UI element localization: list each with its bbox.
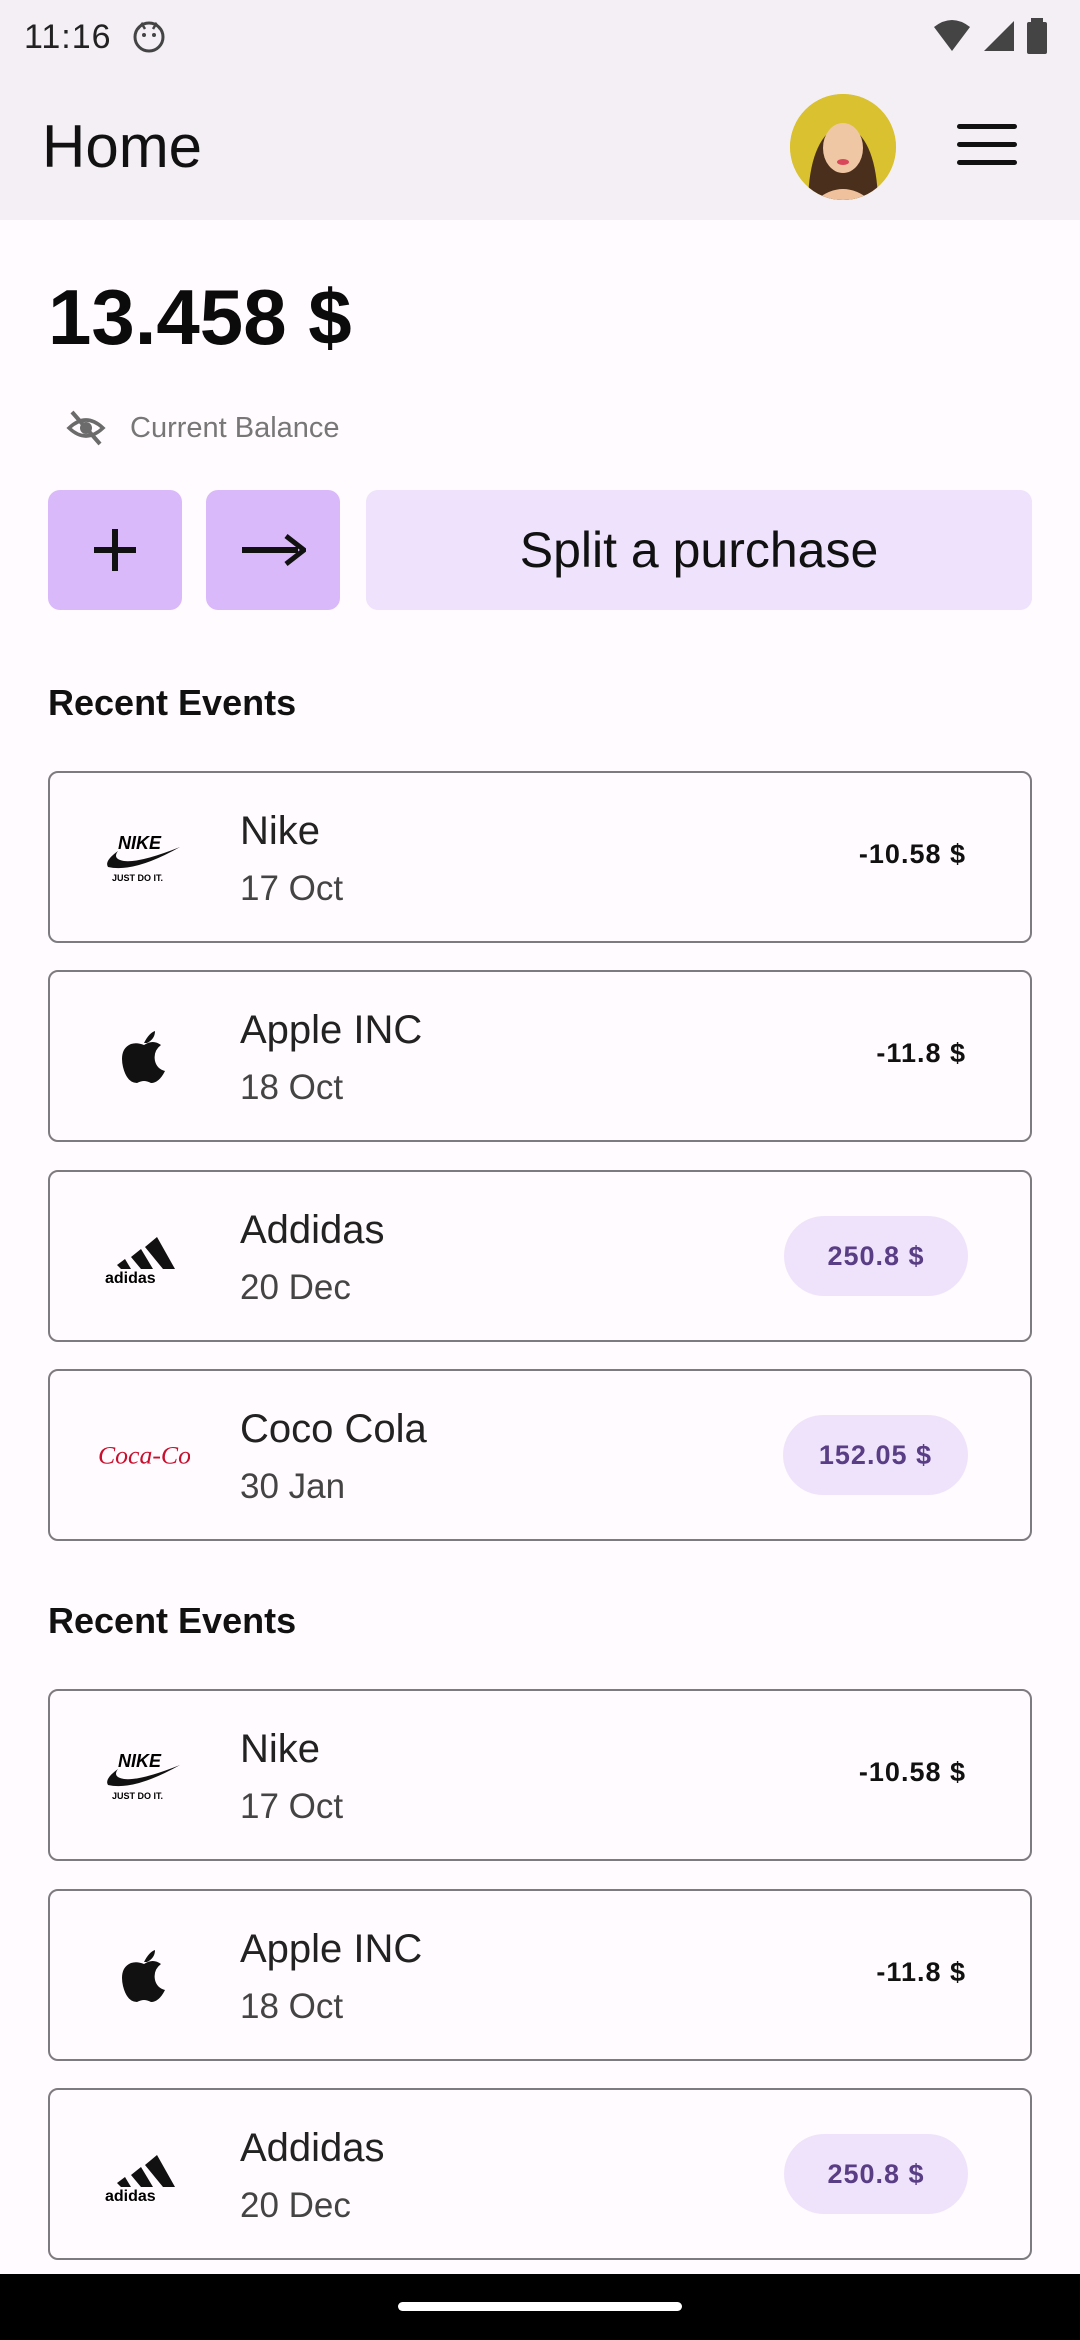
balance-visibility-row: Current Balance <box>66 408 340 448</box>
adidas-logo-icon: adidas <box>98 1220 190 1292</box>
event-name: Addidas <box>240 1208 385 1252</box>
battery-icon <box>1027 18 1047 54</box>
nike-logo-icon: NIKE JUST DO IT. <box>98 821 190 893</box>
event-card[interactable]: adidas Addidas 20 Dec 250.8 $ <box>48 2088 1032 2260</box>
event-name: Nike <box>240 809 321 853</box>
hamburger-menu-icon[interactable] <box>955 124 1019 172</box>
section-title: Recent Events <box>48 682 297 723</box>
event-name: Apple INC <box>240 1008 423 1052</box>
svg-text:adidas: adidas <box>105 2188 156 2203</box>
event-card[interactable]: Apple INC 18 Oct -11.8 $ <box>48 1889 1032 2061</box>
event-amount: -10.58 $ <box>858 1757 966 1787</box>
event-date: 18 Oct <box>240 1068 344 1107</box>
avatar-portrait-icon <box>790 94 896 200</box>
event-date: 20 Dec <box>240 1268 351 1307</box>
svg-text:JUST DO IT.: JUST DO IT. <box>112 873 163 883</box>
svg-text:NIKE: NIKE <box>118 1751 162 1771</box>
apple-logo-icon <box>98 1939 190 2011</box>
nike-logo-icon: NIKE JUST DO IT. <box>98 1739 190 1811</box>
app-bar: Home <box>0 74 1080 220</box>
event-date: 30 Jan <box>240 1467 346 1506</box>
event-amount-badge: 250.8 $ <box>784 2134 968 2214</box>
event-amount: -11.8 $ <box>876 1038 966 1068</box>
svg-text:Coca-Cola: Coca-Cola <box>98 1440 190 1469</box>
event-amount-badge: 250.8 $ <box>784 1216 968 1296</box>
svg-text:adidas: adidas <box>105 1270 156 1285</box>
system-nav-bar <box>0 2274 1080 2340</box>
home-gesture-handle[interactable] <box>398 2302 682 2311</box>
notification-face-icon <box>133 21 165 53</box>
event-date: 20 Dec <box>240 2186 351 2225</box>
event-amount-badge: 152.05 $ <box>782 1415 968 1495</box>
event-card[interactable]: adidas Addidas 20 Dec 250.8 $ <box>48 1170 1032 1342</box>
event-name: Nike <box>240 1727 321 1771</box>
avatar[interactable] <box>790 94 896 200</box>
wifi-icon <box>934 20 970 51</box>
cellular-signal-icon <box>984 21 1014 51</box>
apple-logo-icon <box>98 1020 190 1092</box>
event-name: Apple INC <box>240 1927 423 1971</box>
arrow-right-icon <box>242 534 306 566</box>
adidas-logo-icon: adidas <box>98 2138 190 2210</box>
plus-icon <box>94 529 136 571</box>
balance-label: Current Balance <box>130 411 340 444</box>
event-card[interactable]: NIKE JUST DO IT. Nike 17 Oct -10.58 $ <box>48 771 1032 943</box>
event-card[interactable]: Apple INC 18 Oct -11.8 $ <box>48 970 1032 1142</box>
event-card[interactable]: Coca-Cola Coco Cola 30 Jan 152.05 $ <box>48 1369 1032 1541</box>
event-amount: -11.8 $ <box>876 1957 966 1987</box>
status-bar: 11:16 <box>0 0 1080 74</box>
event-date: 17 Oct <box>240 1787 344 1826</box>
event-name: Coco Cola <box>240 1407 427 1451</box>
event-amount: -10.58 $ <box>858 839 966 869</box>
svg-text:NIKE: NIKE <box>118 833 162 853</box>
coca-cola-logo-icon: Coca-Cola <box>98 1419 190 1491</box>
split-purchase-button[interactable]: Split a purchase <box>366 490 1032 610</box>
status-time: 11:16 <box>24 17 112 56</box>
add-button[interactable] <box>48 490 182 610</box>
transfer-button[interactable] <box>206 490 340 610</box>
balance-amount: 13.458 $ <box>48 273 352 361</box>
section-title: Recent Events <box>48 1600 297 1641</box>
status-icons <box>932 18 1048 54</box>
event-name: Addidas <box>240 2126 385 2170</box>
visibility-off-icon[interactable] <box>66 408 106 448</box>
event-date: 17 Oct <box>240 869 344 908</box>
event-card[interactable]: NIKE JUST DO IT. Nike 17 Oct -10.58 $ <box>48 1689 1032 1861</box>
svg-text:JUST DO IT.: JUST DO IT. <box>112 1791 163 1801</box>
page-title: Home <box>42 113 203 180</box>
event-date: 18 Oct <box>240 1987 344 2026</box>
